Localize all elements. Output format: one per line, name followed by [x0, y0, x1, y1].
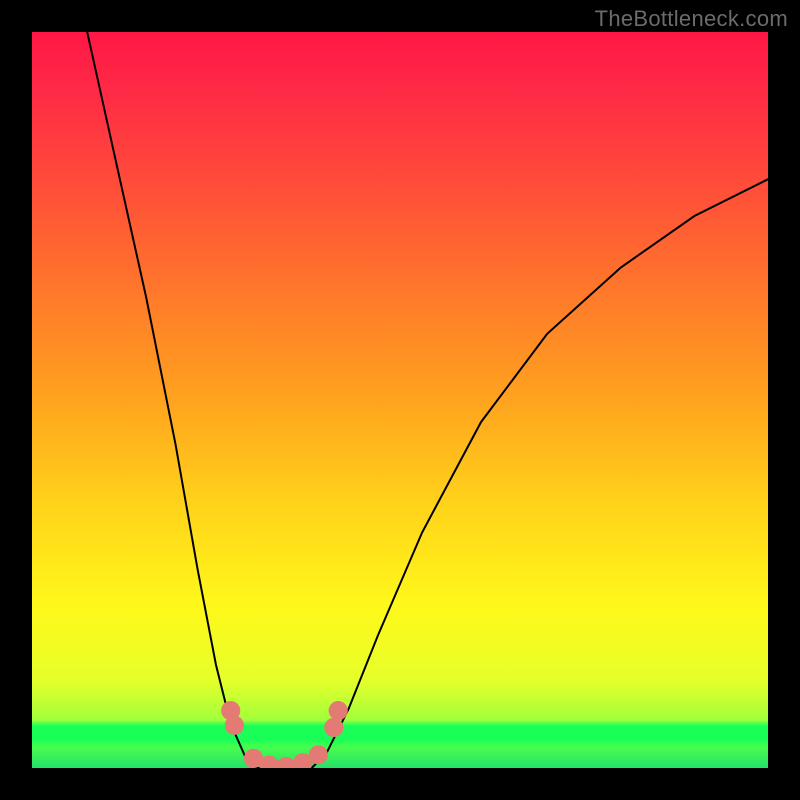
plot-area	[32, 32, 768, 768]
chart-frame: TheBottleneck.com	[0, 0, 800, 800]
curve-marker	[276, 757, 295, 768]
curve-marker	[324, 718, 343, 737]
bottleneck-curve	[87, 32, 768, 768]
curve-marker	[329, 701, 348, 720]
curve-marker	[225, 716, 244, 735]
curve-layer	[32, 32, 768, 768]
watermark-text: TheBottleneck.com	[595, 6, 788, 32]
curve-marker	[309, 745, 328, 764]
